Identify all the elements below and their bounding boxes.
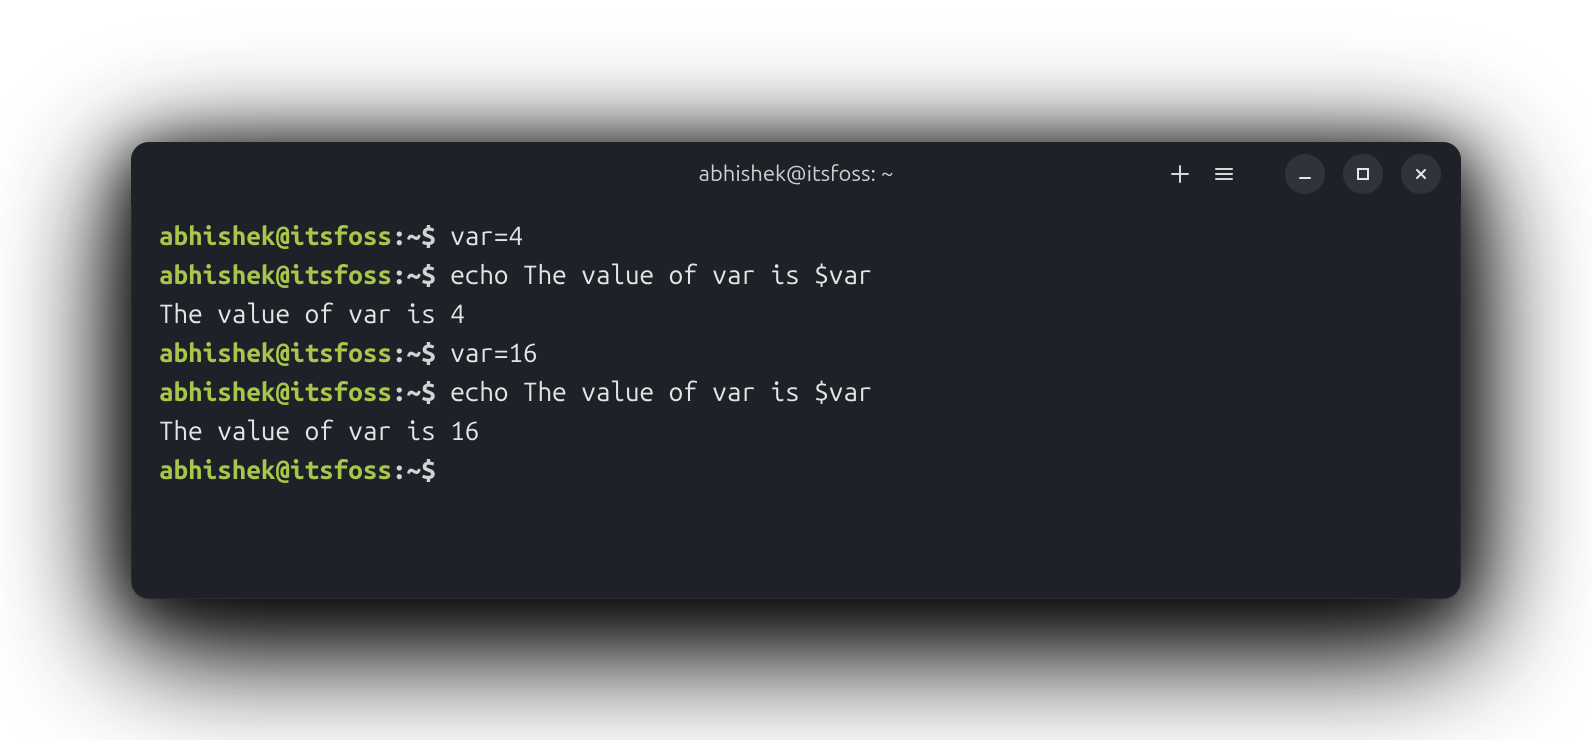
close-button[interactable] [1401, 154, 1441, 194]
prompt-colon: : [392, 455, 407, 484]
terminal-line: abhishek@itsfoss:~$ [159, 450, 1433, 489]
prompt-path: ~ [407, 455, 422, 484]
prompt-colon: : [392, 221, 407, 250]
prompt-dollar: $ [421, 221, 450, 250]
window-buttons [1285, 154, 1441, 194]
prompt-user-host: abhishek@itsfoss [159, 455, 392, 484]
window-title: abhishek@itsfoss: ~ [699, 161, 894, 186]
prompt-path: ~ [407, 260, 422, 289]
prompt-colon: : [392, 338, 407, 367]
command-text: echo The value of var is $var [450, 260, 872, 289]
command-text: var=16 [450, 338, 537, 367]
close-icon [1414, 167, 1428, 181]
prompt-user-host: abhishek@itsfoss [159, 221, 392, 250]
prompt-path: ~ [407, 221, 422, 250]
hamburger-icon [1213, 163, 1235, 185]
prompt-dollar: $ [421, 455, 450, 484]
prompt-dollar: $ [421, 338, 450, 367]
prompt-user-host: abhishek@itsfoss [159, 338, 392, 367]
plus-icon [1169, 163, 1191, 185]
prompt-colon: : [392, 377, 407, 406]
output-text: The value of var is 16 [159, 416, 479, 445]
prompt-colon: : [392, 260, 407, 289]
prompt-path: ~ [407, 338, 422, 367]
terminal-line: abhishek@itsfoss:~$ echo The value of va… [159, 372, 1433, 411]
terminal-line: abhishek@itsfoss:~$ var=4 [159, 216, 1433, 255]
minimize-icon [1298, 167, 1312, 181]
terminal-line: abhishek@itsfoss:~$ echo The value of va… [159, 255, 1433, 294]
prompt-user-host: abhishek@itsfoss [159, 377, 392, 406]
minimize-button[interactable] [1285, 154, 1325, 194]
terminal-body[interactable]: abhishek@itsfoss:~$ var=4abhishek@itsfos… [131, 206, 1461, 599]
prompt-dollar: $ [421, 377, 450, 406]
maximize-button[interactable] [1343, 154, 1383, 194]
command-text: var=4 [450, 221, 523, 250]
titlebar-controls [1169, 154, 1441, 194]
prompt-user-host: abhishek@itsfoss [159, 260, 392, 289]
terminal-line: The value of var is 16 [159, 411, 1433, 450]
output-text: The value of var is 4 [159, 299, 465, 328]
terminal-window: abhishek@itsfoss: ~ [131, 142, 1461, 599]
titlebar: abhishek@itsfoss: ~ [131, 142, 1461, 206]
hamburger-menu-button[interactable] [1213, 163, 1235, 185]
prompt-path: ~ [407, 377, 422, 406]
terminal-line: abhishek@itsfoss:~$ var=16 [159, 333, 1433, 372]
new-tab-button[interactable] [1169, 163, 1191, 185]
prompt-dollar: $ [421, 260, 450, 289]
terminal-line: The value of var is 4 [159, 294, 1433, 333]
command-text: echo The value of var is $var [450, 377, 872, 406]
maximize-icon [1356, 167, 1370, 181]
